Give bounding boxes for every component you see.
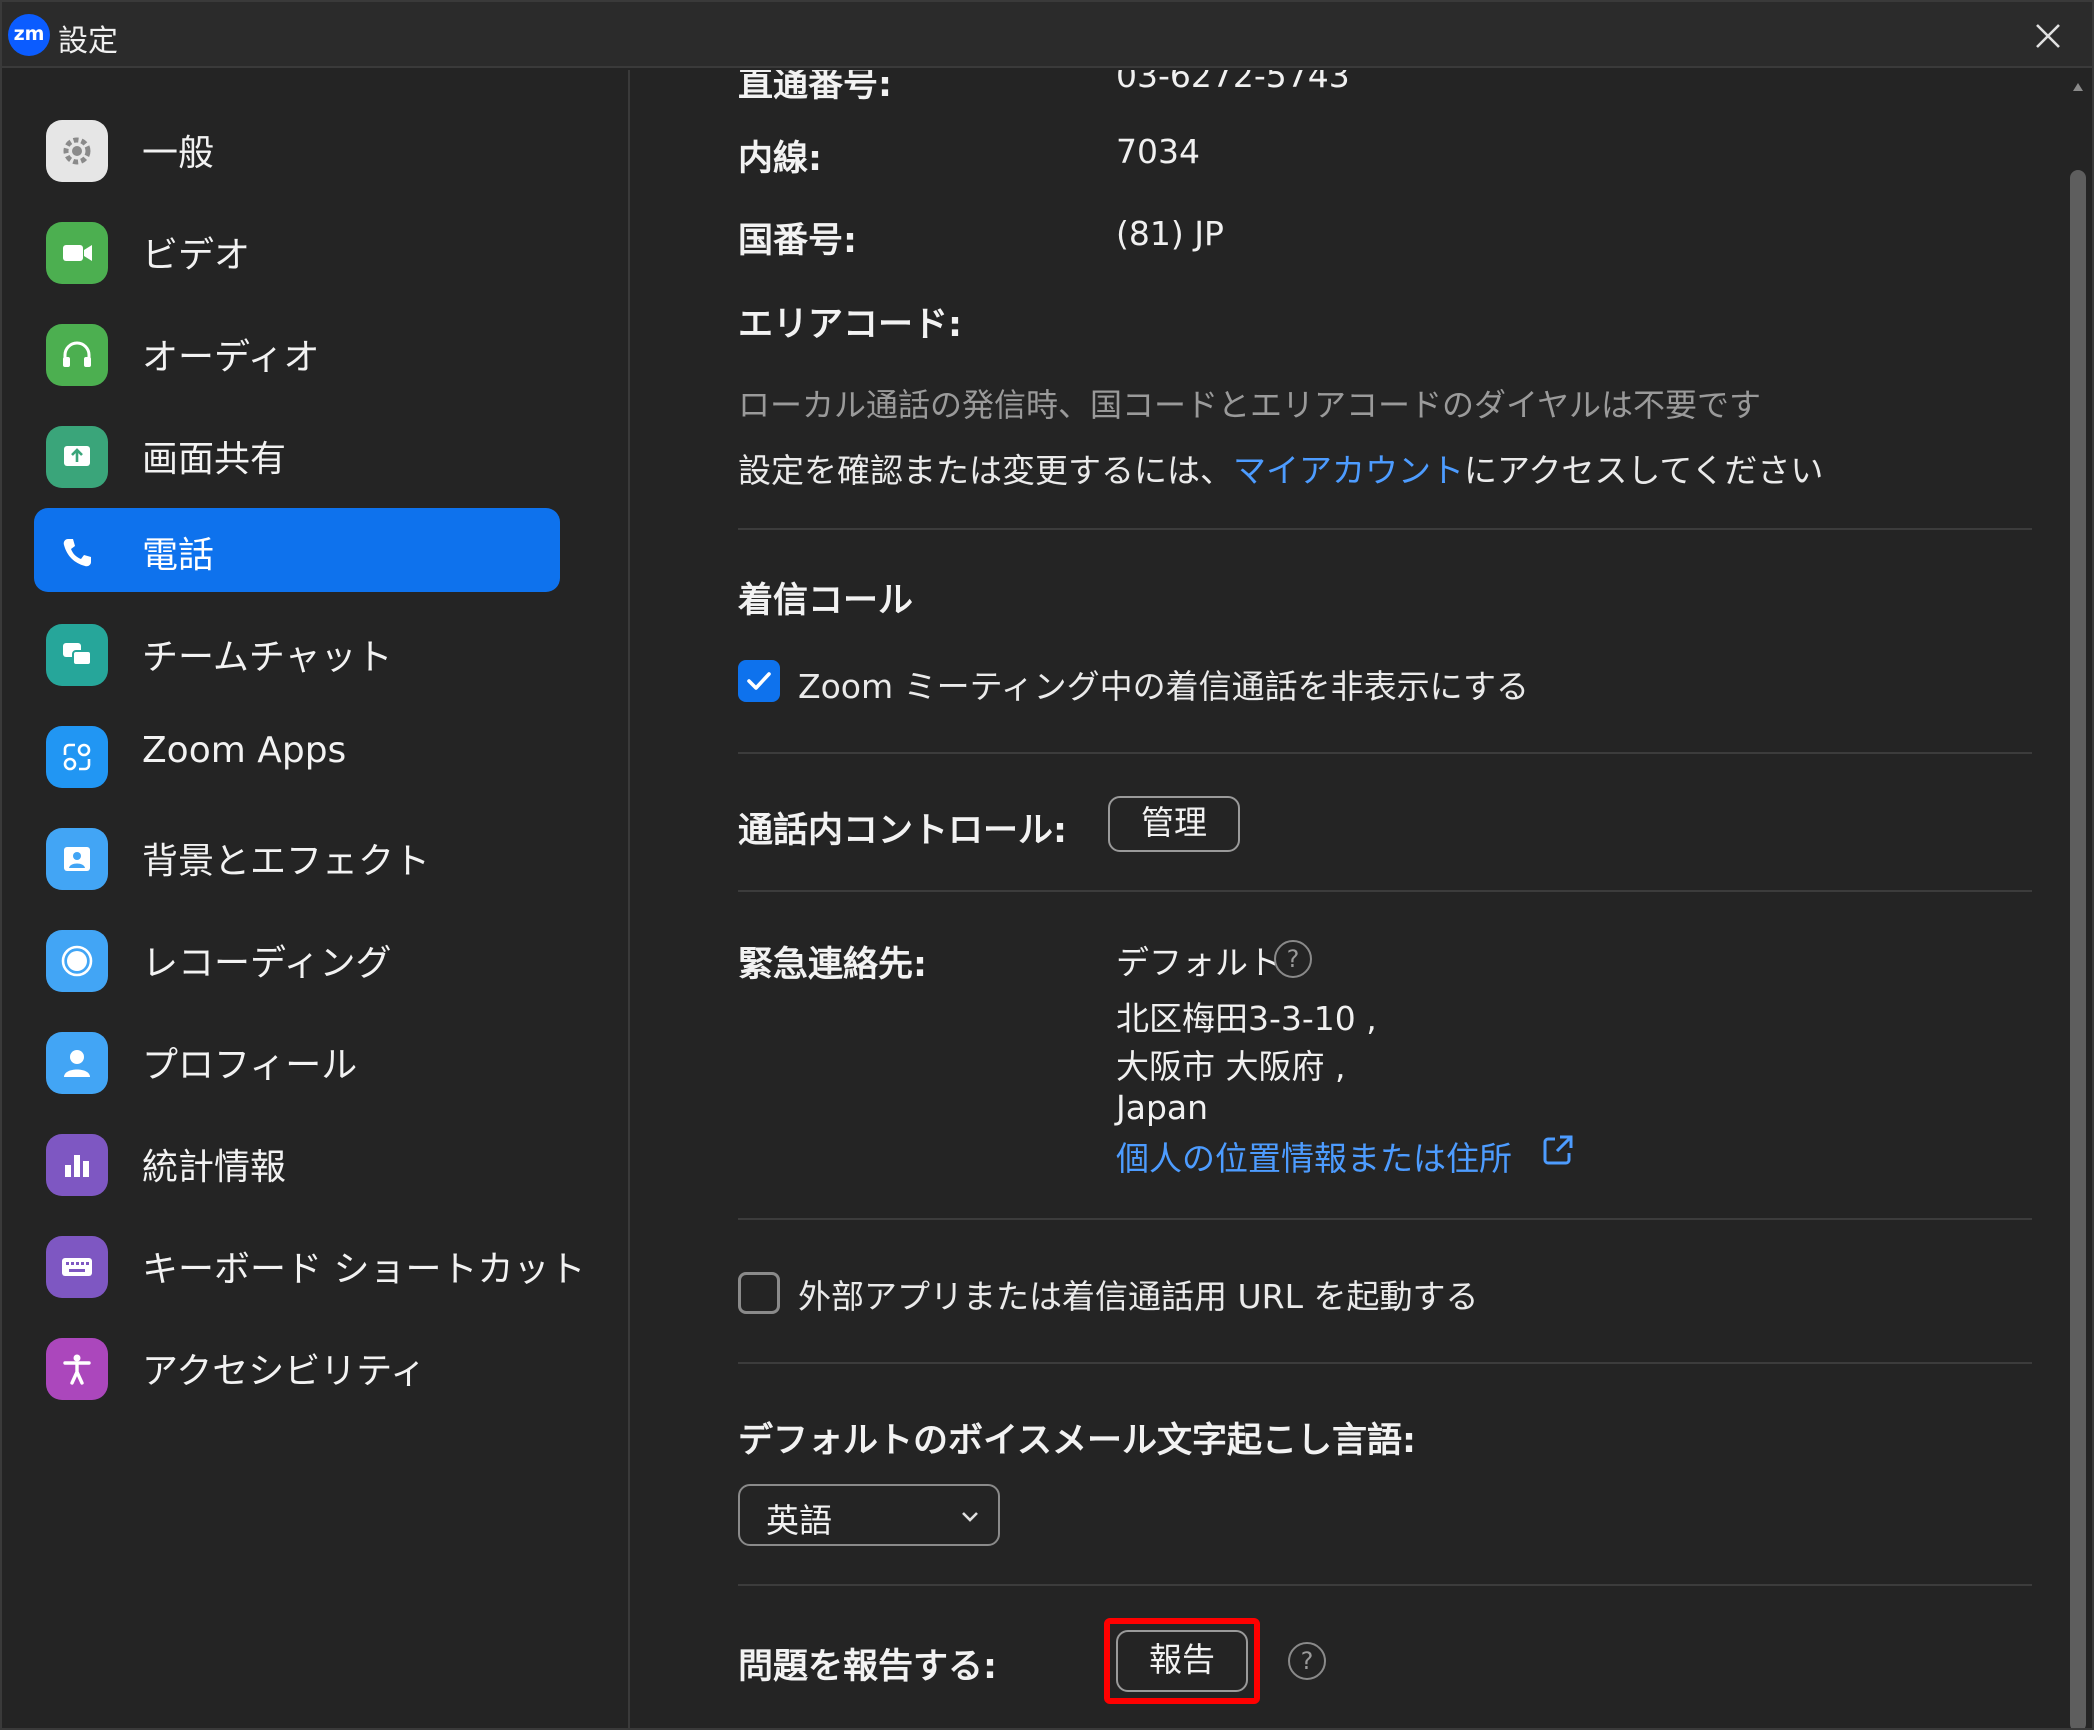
divider <box>738 1362 2032 1364</box>
help-icon[interactable]: ? <box>1274 940 1312 978</box>
emergency-default-value: デフォルト <box>1116 943 1281 982</box>
sidebar-item-label: チームチャット <box>142 637 393 678</box>
sidebar-item-keyboard-shortcuts[interactable]: キーボード ショートカット <box>34 1222 585 1306</box>
sidebar-item-label: Zoom Apps <box>142 730 347 771</box>
settings-window: zm 設定 一般 ビデオ オーディオ 画面共有 電話 チームチャット Zoom … <box>0 0 2094 1730</box>
divider <box>738 1218 2032 1220</box>
close-button[interactable] <box>2028 16 2068 56</box>
divider <box>738 528 2032 530</box>
area-code-label: エリアコード: <box>738 305 962 345</box>
share-screen-icon <box>46 426 108 488</box>
direct-number-value: 03-6272-5743 <box>1116 70 1350 95</box>
sidebar-item-background[interactable]: 背景とエフェクト <box>34 814 560 898</box>
voicemail-language-select[interactable]: 英語 <box>738 1484 1000 1546</box>
stats-icon <box>46 1134 108 1196</box>
chevron-down-icon <box>962 1512 978 1522</box>
background-icon <box>46 828 108 890</box>
hide-incoming-checkbox[interactable] <box>738 660 780 702</box>
phone-settings-panel: 直通番号: 03-6272-5743 内線: 7034 国番号: (81) JP… <box>632 70 2072 1728</box>
title-bar: zm 設定 <box>2 2 2092 68</box>
sidebar-item-label: プロフィール <box>142 1045 358 1086</box>
phone-icon <box>46 522 108 584</box>
sidebar-item-label: 一般 <box>142 133 215 174</box>
sidebar-item-phone[interactable]: 電話 <box>34 508 560 592</box>
sidebar-item-team-chat[interactable]: チームチャット <box>34 610 560 694</box>
incoming-calls-title: 着信コール <box>738 581 914 621</box>
sidebar-item-video[interactable]: ビデオ <box>34 208 560 292</box>
sidebar-item-label: 画面共有 <box>142 439 287 480</box>
my-account-link[interactable]: マイアカウント <box>1233 451 1464 490</box>
settings-sidebar: 一般 ビデオ オーディオ 画面共有 電話 チームチャット Zoom Apps 背… <box>2 70 630 1728</box>
scrollbar-thumb[interactable] <box>2070 170 2086 1728</box>
report-problem-label: 問題を報告する: <box>738 1647 997 1687</box>
extension-value: 7034 <box>1116 132 1200 171</box>
personal-location-link[interactable]: 個人の位置情報または住所 <box>1116 1132 1512 1180</box>
record-icon <box>46 930 108 992</box>
account-note: 設定を確認または変更するには、マイアカウントにアクセスしてください <box>738 444 1823 492</box>
window-title: 設定 <box>58 24 118 59</box>
divider <box>738 752 2032 754</box>
voicemail-language-value: 英語 <box>766 1501 832 1540</box>
report-button[interactable]: 報告 <box>1116 1630 1248 1692</box>
headphones-icon <box>46 324 108 386</box>
sidebar-item-label: 背景とエフェクト <box>142 841 431 882</box>
account-note-suffix: にアクセスしてください <box>1464 451 1824 490</box>
extension-label: 内線: <box>738 139 822 179</box>
keyboard-icon <box>46 1236 108 1298</box>
profile-icon <box>46 1032 108 1094</box>
accessibility-icon <box>46 1338 108 1400</box>
checkmark-icon <box>747 672 771 690</box>
sidebar-item-statistics[interactable]: 統計情報 <box>34 1120 560 1204</box>
chat-icon <box>46 624 108 686</box>
emergency-contact-label: 緊急連絡先: <box>738 945 927 985</box>
country-code-value: (81) JP <box>1116 214 1224 253</box>
in-call-controls-label: 通話内コントロール: <box>738 811 1067 851</box>
launch-external-label: 外部アプリまたは着信通話用 URL を起動する <box>798 1277 1479 1316</box>
emergency-address-line3: Japan <box>1116 1088 1209 1127</box>
hide-incoming-label: Zoom ミーティング中の着信通話を非表示にする <box>798 667 1529 706</box>
emergency-address-line2: 大阪市 大阪府 , <box>1116 1047 1346 1086</box>
sidebar-item-label: 電話 <box>142 535 215 576</box>
sidebar-item-label: ビデオ <box>142 235 251 276</box>
external-link-icon[interactable] <box>1540 1132 1576 1168</box>
sidebar-item-profile[interactable]: プロフィール <box>34 1018 560 1102</box>
video-camera-icon <box>46 222 108 284</box>
sidebar-item-accessibility[interactable]: アクセシビリティ <box>34 1324 560 1408</box>
zoom-logo-icon: zm <box>8 14 50 56</box>
help-icon[interactable]: ? <box>1288 1642 1326 1680</box>
launch-external-checkbox[interactable] <box>738 1272 780 1314</box>
sidebar-item-label: 統計情報 <box>142 1147 287 1188</box>
sidebar-item-label: キーボード ショートカット <box>142 1249 586 1290</box>
divider <box>738 890 2032 892</box>
divider <box>738 1584 2032 1586</box>
account-note-prefix: 設定を確認または変更するには、 <box>738 451 1233 490</box>
sidebar-item-label: レコーディング <box>142 943 392 984</box>
direct-number-label: 直通番号: <box>738 70 892 105</box>
scroll-up-arrow-icon[interactable] <box>2072 82 2084 92</box>
sidebar-item-recording[interactable]: レコーディング <box>34 916 560 1000</box>
manage-button[interactable]: 管理 <box>1108 796 1240 852</box>
sidebar-item-audio[interactable]: オーディオ <box>34 310 560 394</box>
close-icon <box>2036 24 2060 48</box>
sidebar-item-share-screen[interactable]: 画面共有 <box>34 412 560 496</box>
emergency-address-line1: 北区梅田3-3-10 , <box>1116 999 1377 1038</box>
country-code-label: 国番号: <box>738 221 857 261</box>
voicemail-language-label: デフォルトのボイスメール文字起こし言語: <box>738 1421 1416 1461</box>
sidebar-item-zoom-apps[interactable]: Zoom Apps <box>34 712 560 796</box>
zoom-apps-icon <box>46 726 108 788</box>
area-code-note: ローカル通話の発信時、国コードとエリアコードのダイヤルは不要です <box>738 386 1762 424</box>
sidebar-item-label: アクセシビリティ <box>142 1351 427 1392</box>
sidebar-item-general[interactable]: 一般 <box>34 106 560 190</box>
sidebar-item-label: オーディオ <box>142 337 320 378</box>
gear-icon <box>46 120 108 182</box>
